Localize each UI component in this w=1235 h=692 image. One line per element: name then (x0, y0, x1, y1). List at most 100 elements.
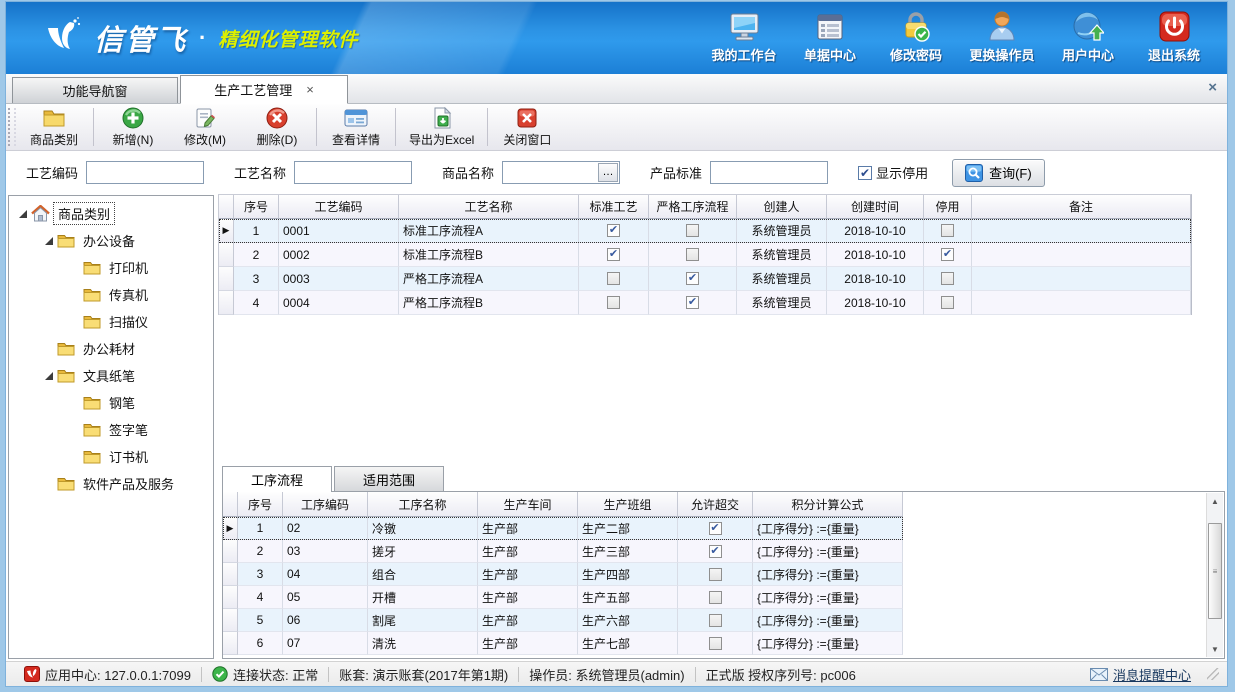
column-header[interactable]: 积分计算公式 (753, 492, 903, 517)
status-item: 连接状态: 正常 (202, 665, 328, 684)
tree-item[interactable]: 钢笔 (9, 389, 213, 416)
detail-tab-scope[interactable]: 适用范围 (334, 466, 444, 491)
column-header[interactable]: 序号 (234, 195, 279, 219)
tabstrip-close-icon[interactable]: × (1208, 79, 1217, 96)
tree-item[interactable]: 传真机 (9, 281, 213, 308)
table-row[interactable]: ▶10001标准工序流程A✔系统管理员2018-10-10 (219, 219, 1191, 243)
table-row[interactable]: 405开槽生产部生产五部{工序得分} :={重量} (223, 586, 903, 609)
column-header[interactable]: 工艺编码 (279, 195, 399, 219)
nav-documents[interactable]: 单据中心 (791, 6, 869, 70)
column-header[interactable]: 生产班组 (578, 492, 678, 517)
column-header[interactable]: 停用 (924, 195, 972, 219)
column-header[interactable]: 标准工艺 (579, 195, 649, 219)
scroll-up-icon[interactable]: ▲ (1207, 493, 1223, 509)
tree-expand-icon[interactable] (41, 371, 57, 381)
table-row[interactable]: 20002标准工序流程B✔系统管理员2018-10-10✔ (219, 243, 1191, 267)
toolbar-button-detail[interactable]: 查看详情 (320, 104, 392, 150)
toolbar-button-close-window[interactable]: 关闭窗口 (491, 104, 563, 150)
vertical-scrollbar[interactable]: ▲ ≡ ▼ (1206, 493, 1223, 657)
tree-item[interactable]: 签字笔 (9, 416, 213, 443)
table-row[interactable]: 30003严格工序流程A✔系统管理员2018-10-10 (219, 267, 1191, 291)
cell-checkbox[interactable] (678, 563, 753, 586)
toolbar-button-excel[interactable]: 导出为Excel (399, 104, 484, 150)
toolbar-grip[interactable] (8, 108, 16, 146)
table-row[interactable]: 607清洗生产部生产七部{工序得分} :={重量} (223, 632, 903, 655)
nav-operator[interactable]: 更换操作员 (963, 6, 1041, 70)
column-header[interactable]: 生产车间 (478, 492, 578, 517)
table-cell: 0002 (279, 243, 399, 267)
toolbar-button-label: 查看详情 (332, 131, 380, 148)
filter-input[interactable] (711, 162, 827, 183)
cell-checkbox[interactable] (924, 267, 972, 291)
table-row[interactable]: 203搓牙生产部生产三部✔{工序得分} :={重量} (223, 540, 903, 563)
column-header[interactable]: 严格工序流程 (649, 195, 737, 219)
nav-password[interactable]: 修改密码 (877, 6, 955, 70)
tree-item[interactable]: 订书机 (9, 443, 213, 470)
filter-input[interactable] (87, 162, 203, 183)
cell-checkbox[interactable]: ✔ (649, 291, 737, 315)
nav-workbench[interactable]: 我的工作台 (705, 6, 783, 70)
column-header[interactable]: 允许超交 (678, 492, 753, 517)
cell-checkbox[interactable]: ✔ (678, 540, 753, 563)
tree-expand-icon[interactable] (41, 236, 57, 246)
table-row[interactable]: 40004严格工序流程B✔系统管理员2018-10-10 (219, 291, 1191, 315)
column-header[interactable]: 序号 (238, 492, 283, 517)
cell-checkbox[interactable]: ✔ (924, 243, 972, 267)
checkbox-icon: ✔ (686, 272, 699, 285)
toolbar-button-category[interactable]: 商品类别 (18, 104, 90, 150)
scroll-thumb[interactable]: ≡ (1208, 523, 1222, 619)
column-header[interactable]: 创建人 (737, 195, 827, 219)
cell-checkbox[interactable] (649, 219, 737, 243)
toolbar-button-delete[interactable]: 删除(D) (241, 104, 313, 150)
cell-checkbox[interactable] (678, 632, 753, 655)
column-header[interactable]: 创建时间 (827, 195, 924, 219)
tree-item[interactable]: 打印机 (9, 254, 213, 281)
tree-item[interactable]: 文具纸笔 (9, 362, 213, 389)
tree-item-label: 软件产品及服务 (79, 473, 178, 494)
tree-item[interactable]: 办公耗材 (9, 335, 213, 362)
tree-item[interactable]: 扫描仪 (9, 308, 213, 335)
show-disabled-checkbox[interactable]: ✔显示停用 (858, 163, 928, 182)
cell-checkbox[interactable]: ✔ (579, 243, 649, 267)
column-header[interactable]: 备注 (972, 195, 1191, 219)
resize-grip[interactable] (1207, 668, 1219, 680)
status-item[interactable]: 消息提醒中心 (1080, 665, 1201, 684)
app-logo: 信管飞 · 精细化管理软件 (40, 14, 358, 63)
table-row[interactable]: 304组合生产部生产四部{工序得分} :={重量} (223, 563, 903, 586)
scroll-down-icon[interactable]: ▼ (1207, 641, 1223, 657)
tab-close-icon[interactable]: × (306, 82, 314, 97)
toolbar-button-edit[interactable]: 修改(M) (169, 104, 241, 150)
column-header[interactable]: 工序名称 (368, 492, 478, 517)
cell-checkbox[interactable] (924, 291, 972, 315)
nav-user-center[interactable]: 用户中心 (1049, 6, 1127, 70)
cell-checkbox[interactable]: ✔ (579, 219, 649, 243)
table-row[interactable]: 506割尾生产部生产六部{工序得分} :={重量} (223, 609, 903, 632)
tree-item[interactable]: 商品类别 (9, 200, 213, 227)
lookup-ellipsis-button[interactable]: … (598, 163, 618, 182)
cell-checkbox[interactable] (678, 609, 753, 632)
detail-tab-steps[interactable]: 工序流程 (222, 466, 332, 492)
tree-item[interactable]: 办公设备 (9, 227, 213, 254)
tab-process-management[interactable]: 生产工艺管理× (180, 75, 348, 104)
cell-checkbox[interactable] (579, 267, 649, 291)
tree-expand-icon[interactable] (15, 209, 31, 219)
tree-item[interactable]: 软件产品及服务 (9, 470, 213, 497)
cell-checkbox[interactable]: ✔ (649, 267, 737, 291)
tree-item-label: 办公设备 (79, 230, 139, 251)
tab-nav-window[interactable]: 功能导航窗 (12, 77, 178, 103)
nav-exit[interactable]: 退出系统 (1135, 6, 1213, 70)
filter-input[interactable] (503, 162, 598, 183)
query-button[interactable]: 查询(F) (952, 159, 1045, 187)
column-header[interactable]: 工艺名称 (399, 195, 579, 219)
cell-checkbox[interactable] (924, 219, 972, 243)
cell-checkbox[interactable] (678, 586, 753, 609)
table-row[interactable]: ▶102冷镦生产部生产二部✔{工序得分} :={重量} (223, 517, 903, 540)
folder-icon (83, 314, 105, 329)
toolbar-button-add[interactable]: 新增(N) (97, 104, 169, 150)
cell-checkbox[interactable]: ✔ (678, 517, 753, 540)
column-header[interactable]: 工序编码 (283, 492, 368, 517)
cell-checkbox[interactable] (579, 291, 649, 315)
filter-input[interactable] (295, 162, 411, 183)
scroll-track[interactable]: ≡ (1207, 509, 1223, 641)
cell-checkbox[interactable] (649, 243, 737, 267)
